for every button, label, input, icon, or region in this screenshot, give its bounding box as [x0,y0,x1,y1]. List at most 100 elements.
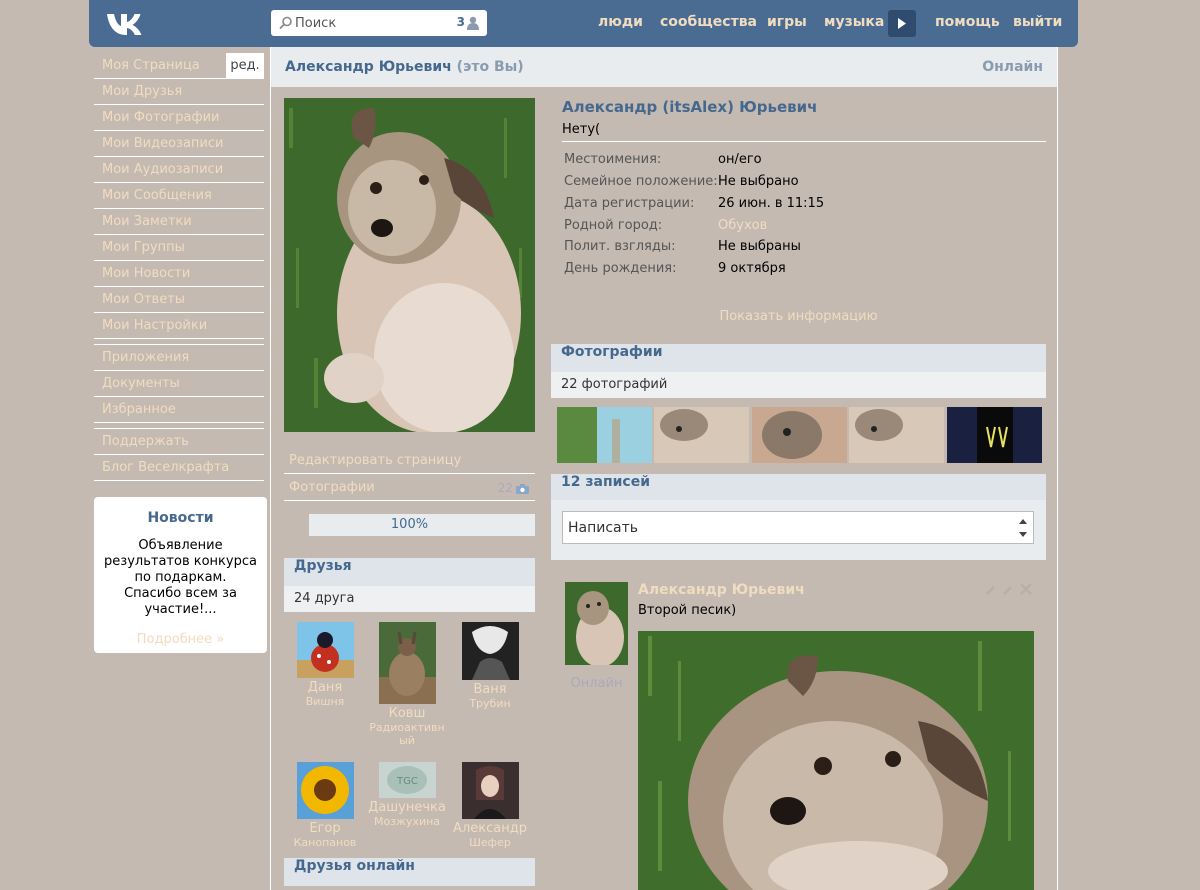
friend-avatar [461,762,519,819]
friend-avatar [296,622,354,678]
menu-apps[interactable]: Приложения [94,345,264,371]
edit-page-link[interactable]: ред. [226,53,264,78]
left-menu: Моя Страница ред. Мои Друзья Мои Фотогра… [94,53,264,481]
photos-header[interactable]: Фотографии [551,344,1046,372]
pin-icon[interactable] [1003,586,1012,595]
menu-my-friends[interactable]: Мои Друзья [94,79,264,105]
news-more-link[interactable]: Подробнее » [94,632,267,647]
music-play-button[interactable] [888,10,916,37]
friend-first-name: Ваня [473,682,507,697]
nav-communities[interactable]: сообщества [660,14,757,30]
info-value: 9 октября [718,261,786,276]
wall-post-text: Второй песик) [638,603,737,618]
hometown-link[interactable]: Обухов [718,218,767,233]
friend-card[interactable]: Егор Канопанов [285,762,365,849]
menu-my-answers[interactable]: Мои Ответы [94,287,264,313]
search-people-count: 3 [456,15,465,29]
menu-documents[interactable]: Документы [94,371,264,397]
photo-thumbnail[interactable] [752,407,847,463]
news-title: Новости [147,510,214,526]
info-value: он/его [718,152,762,167]
info-row-birthday: День рождения: 9 октября [564,258,786,280]
vk-logo-icon[interactable] [105,9,151,37]
info-key: Семейное положение: [564,174,718,189]
menu-my-audio[interactable]: Мои Аудиозаписи [94,157,264,183]
menu-support[interactable]: Поддержать [94,429,264,455]
info-key: Местоимения: [564,152,662,167]
friend-avatar: TGC [378,762,436,798]
menu-my-notes[interactable]: Мои Заметки [94,209,264,235]
friend-card[interactable]: Ваня Трубин [450,622,530,710]
dog-photo [284,98,535,432]
info-row-hometown: Родной город: Обухов [564,215,767,237]
menu-favorites[interactable]: Избранное [94,397,264,423]
friend-card[interactable]: Ковш Радиоактивный [367,622,447,747]
nav-people[interactable]: люди [598,14,643,30]
progress-label: 100% [390,517,429,532]
menu-my-settings[interactable]: Мои Настройки [94,313,264,339]
dog-avatar-small [565,582,628,665]
profile-full-name: Александр (itsAlex) Юрьевич [562,98,818,116]
friend-last-name: Мозжухина [373,815,441,828]
profile-status[interactable]: Нету( [562,122,600,137]
friend-card[interactable]: Александр Шефер [450,762,530,849]
info-row-political: Полит. взгляды: Не выбраны [564,236,801,258]
photos-link-label: Фотографии [289,480,375,495]
nav-logout[interactable]: выйти [1013,14,1062,30]
photo-thumbnail[interactable] [849,407,944,463]
profile-header-me: (это Вы) [456,59,524,75]
info-value: Не выбраны [718,239,801,254]
nav-music[interactable]: музыка [824,14,884,30]
wall-post-photo[interactable] [638,631,1034,890]
menu-my-news[interactable]: Мои Новости [94,261,264,287]
info-row-pronouns: Местоимения: он/его [564,149,762,171]
friends-online-header[interactable]: Друзья онлайн [284,858,535,886]
menu-blog[interactable]: Блог Веселкрафта [94,455,264,481]
menu-my-groups[interactable]: Мои Группы [94,235,264,261]
profile-avatar[interactable] [284,98,535,432]
photo-thumbnail[interactable] [557,407,652,463]
friend-first-name: Ковш [388,706,426,721]
dog-photo-large [638,631,1034,890]
wall-header[interactable]: 12 записей [551,474,1046,502]
wall-composer: Написать [551,500,1046,560]
menu-my-messages[interactable]: Мои Сообщения [94,183,264,209]
show-info-link[interactable]: Показать информацию [551,309,1046,324]
menu-my-photos[interactable]: Мои Фотографии [94,105,264,131]
menu-my-videos[interactable]: Мои Видеозаписи [94,131,264,157]
close-icon[interactable] [1020,583,1032,595]
friend-first-name: Дашунечка [368,800,446,815]
wall-post-actions [983,582,1035,596]
wall-post-avatar[interactable] [565,582,628,665]
photos-count: 22 [497,481,513,495]
photo-thumbnails [557,407,1043,463]
photo-thumbnail[interactable] [654,407,749,463]
friends-header[interactable]: Друзья [284,558,535,586]
friend-last-name: Вишня [305,695,345,708]
menu-my-page-label: Моя Страница [102,58,200,73]
wall-post-input[interactable]: Написать [562,511,1034,544]
menu-my-page[interactable]: Моя Страница ред. [94,53,264,79]
wall-post-author[interactable]: Александр Юрьевич [638,582,805,598]
search-input[interactable] [295,13,445,33]
scroll-arrows-icon[interactable] [1016,515,1030,541]
search-icon [279,16,292,30]
edit-icon[interactable] [986,586,995,595]
info-key: Дата регистрации: [564,196,695,211]
user-icon[interactable] [467,16,479,30]
friend-first-name: Александр [453,821,527,836]
info-key: Родной город: [564,218,663,233]
profile-header: Александр Юрьевич (это Вы) Онлайн [271,47,1057,87]
nav-games[interactable]: игры [767,14,807,30]
edit-page-link-main[interactable]: Редактировать страницу [284,448,535,474]
friend-last-name: Шефер [469,836,511,849]
nav-help[interactable]: помощь [935,14,1000,30]
photos-link[interactable]: Фотографии 22 [284,475,535,501]
info-key: День рождения: [564,261,677,276]
search-box[interactable]: 3 [271,10,487,36]
friend-card[interactable]: Даня Вишня [285,622,365,708]
photo-thumbnail[interactable] [947,407,1042,463]
friend-last-name: Трубин [469,697,511,710]
info-key: Полит. взгляды: [564,239,676,254]
friend-card[interactable]: TGC Дашунечка Мозжухина [367,762,447,828]
